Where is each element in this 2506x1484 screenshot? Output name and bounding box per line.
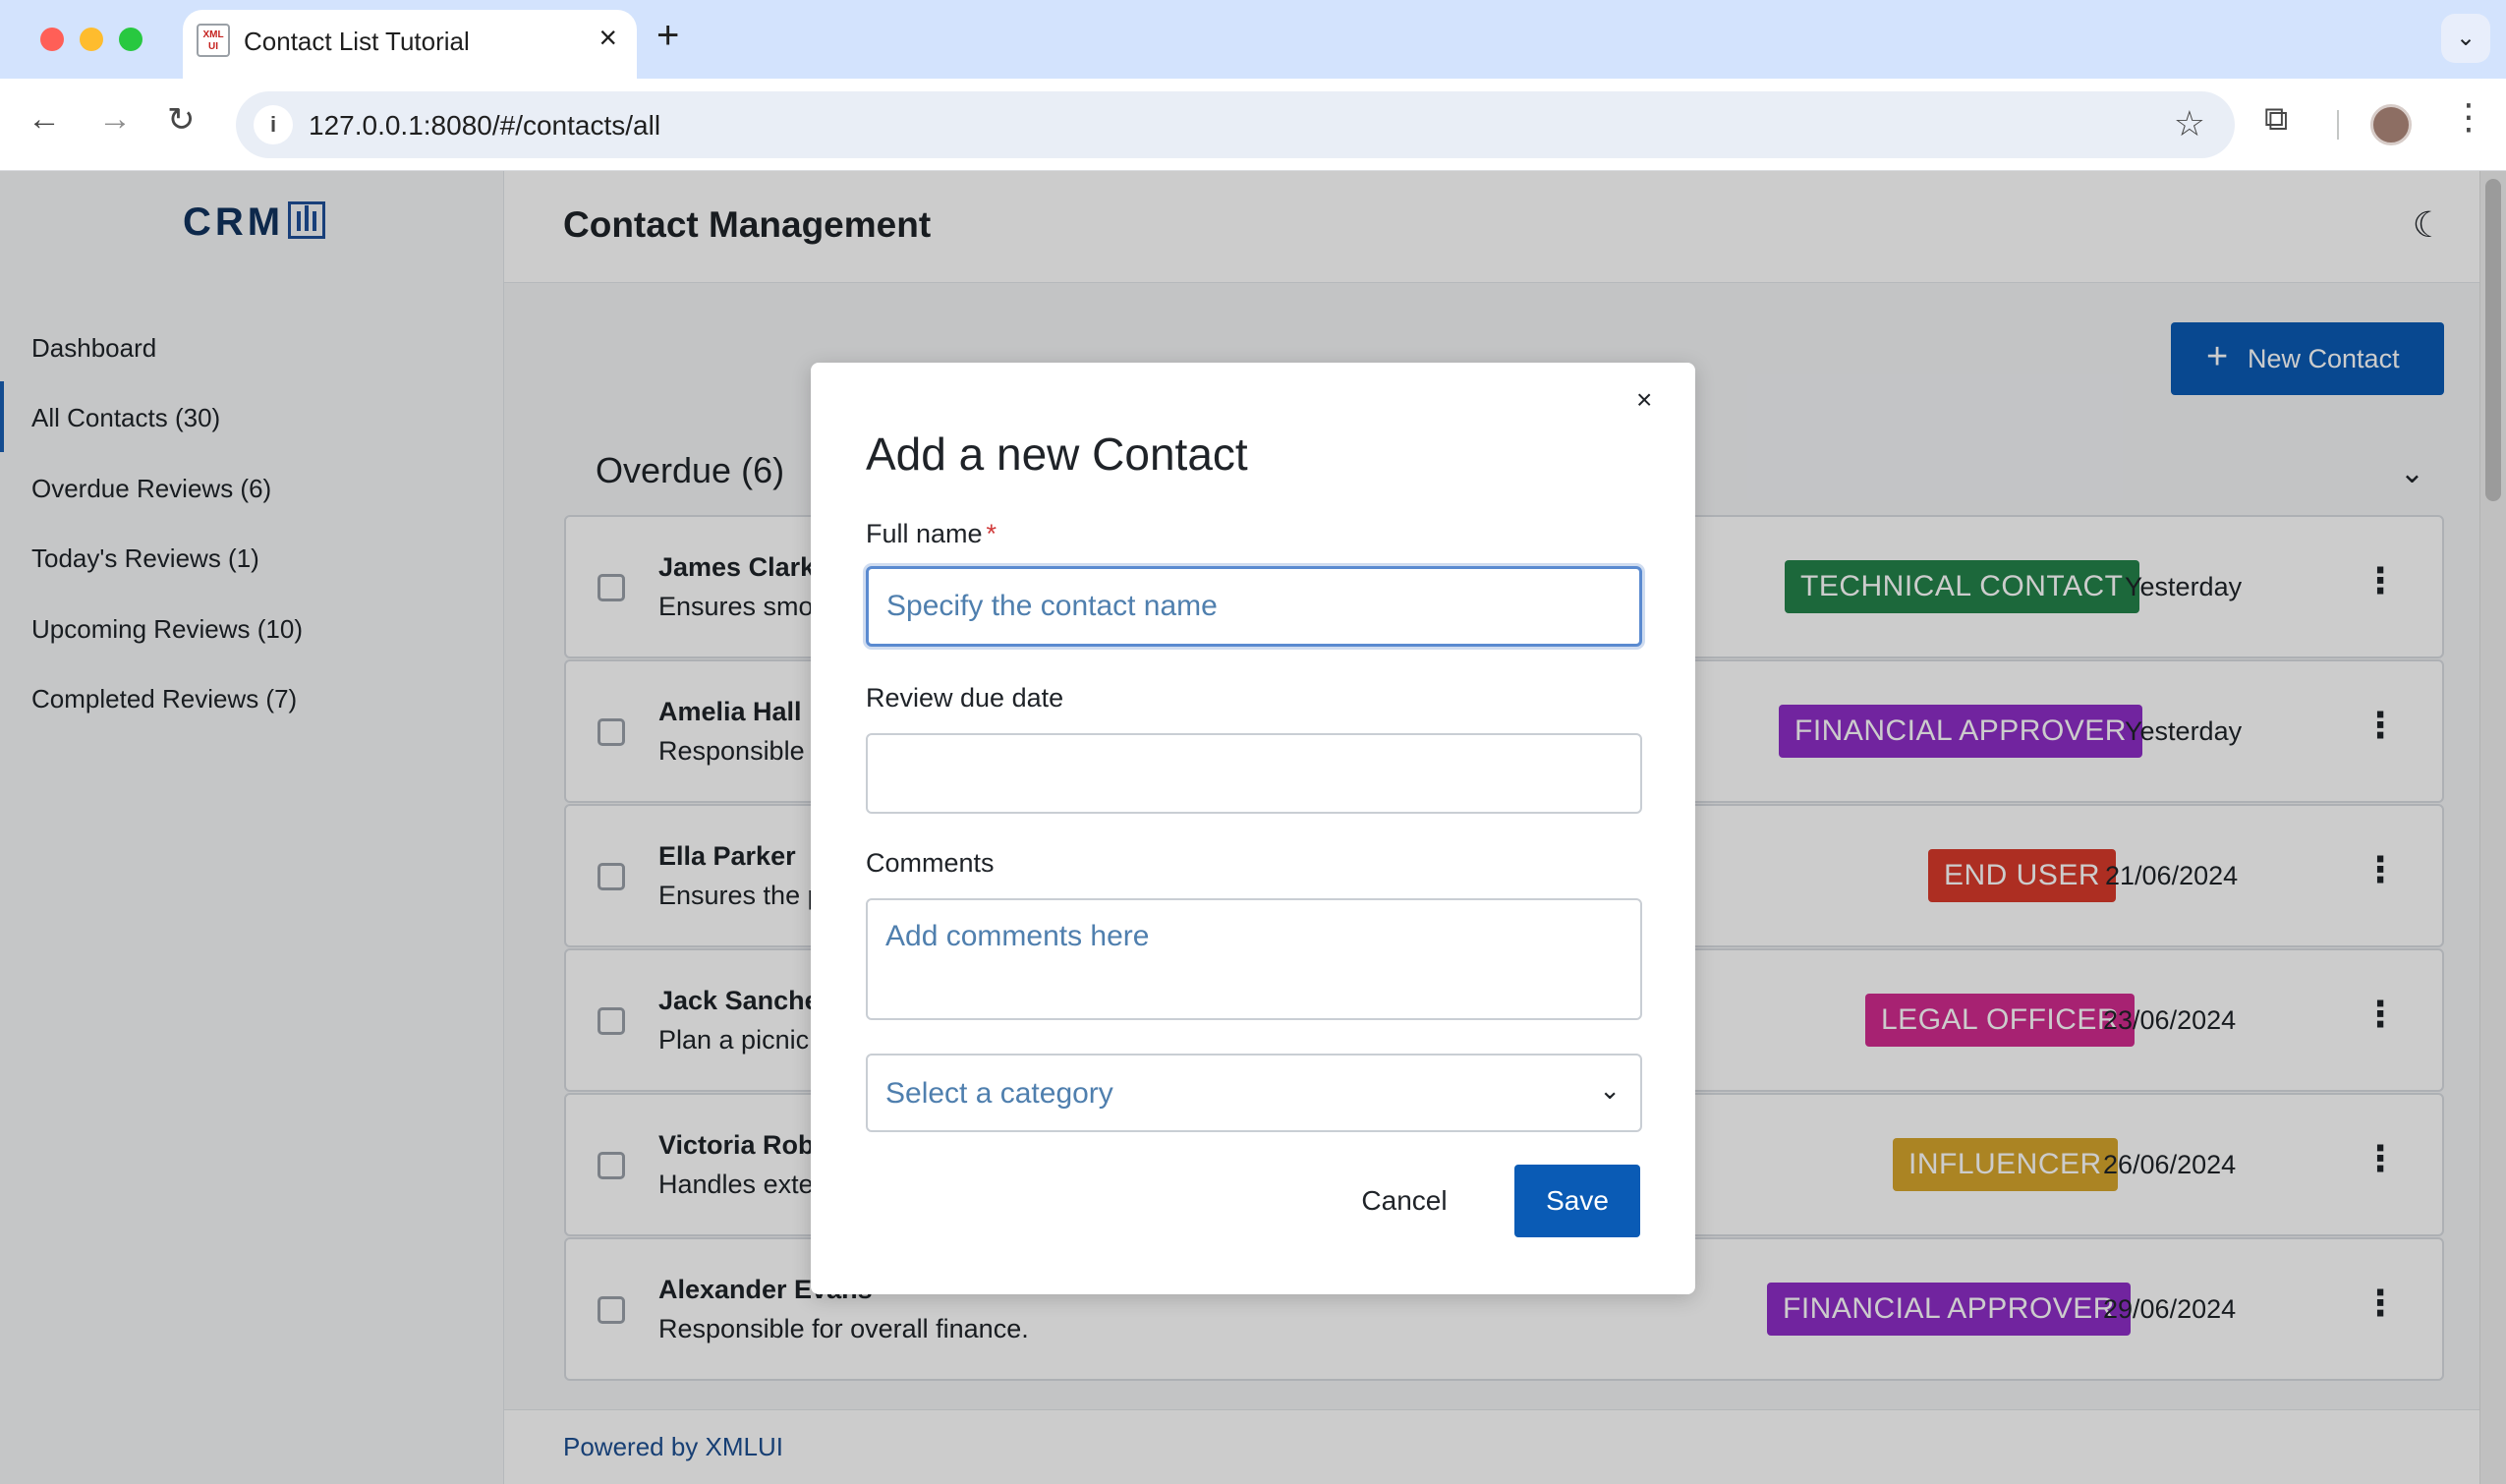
browser-menu-icon[interactable]: ⋮	[2451, 96, 2486, 138]
dialog-title: Add a new Contact	[866, 428, 1248, 480]
review-due-date-label: Review due date	[866, 683, 1064, 713]
add-contact-dialog: × Add a new Contact Full name* Review du…	[811, 363, 1695, 1294]
tab-title: Contact List Tutorial	[244, 27, 470, 56]
window-minimize-button[interactable]	[80, 28, 103, 51]
tab-search-chevron-icon[interactable]: ⌄	[2441, 14, 2490, 63]
bookmark-star-icon[interactable]: ☆	[2174, 103, 2205, 144]
browser-toolbar: ← → ↻ i 127.0.0.1:8080/#/contacts/all ☆ …	[0, 79, 2506, 171]
site-info-icon[interactable]: i	[254, 105, 293, 144]
profile-avatar[interactable]	[2370, 104, 2412, 145]
browser-tab[interactable]: XML UI Contact List Tutorial ×	[183, 10, 637, 79]
category-select[interactable]: Select a category ⌄	[866, 1054, 1642, 1132]
forward-arrow-icon[interactable]: →	[98, 100, 132, 139]
window-close-button[interactable]	[40, 28, 64, 51]
back-arrow-icon[interactable]: ←	[28, 100, 61, 139]
full-name-label: Full name *	[866, 519, 997, 549]
required-marker: *	[986, 519, 997, 548]
full-name-label-text: Full name	[866, 519, 983, 548]
review-due-date-input[interactable]	[866, 733, 1642, 814]
window-zoom-button[interactable]	[119, 28, 142, 51]
reload-icon[interactable]: ↻	[167, 100, 196, 140]
url-text[interactable]: 127.0.0.1:8080/#/contacts/all	[309, 110, 660, 142]
tab-close-icon[interactable]: ×	[598, 20, 617, 56]
new-tab-icon[interactable]: +	[656, 14, 679, 58]
close-icon[interactable]: ×	[1636, 384, 1652, 416]
browser-tab-bar: XML UI Contact List Tutorial × + ⌄	[0, 0, 2506, 79]
save-button[interactable]: Save	[1514, 1165, 1640, 1237]
address-bar[interactable]: i 127.0.0.1:8080/#/contacts/all ☆	[236, 91, 2235, 158]
cancel-button[interactable]: Cancel	[1336, 1165, 1473, 1237]
xmlui-favicon-icon: XML UI	[197, 24, 230, 57]
category-select-value: Select a category	[885, 1077, 1113, 1110]
toolbar-divider	[2337, 110, 2339, 140]
comments-label: Comments	[866, 848, 995, 878]
comments-textarea[interactable]	[866, 898, 1642, 1020]
extensions-puzzle-icon[interactable]: ⧉	[2264, 100, 2288, 139]
chevron-down-icon: ⌄	[1599, 1075, 1621, 1105]
full-name-input[interactable]	[866, 566, 1642, 647]
